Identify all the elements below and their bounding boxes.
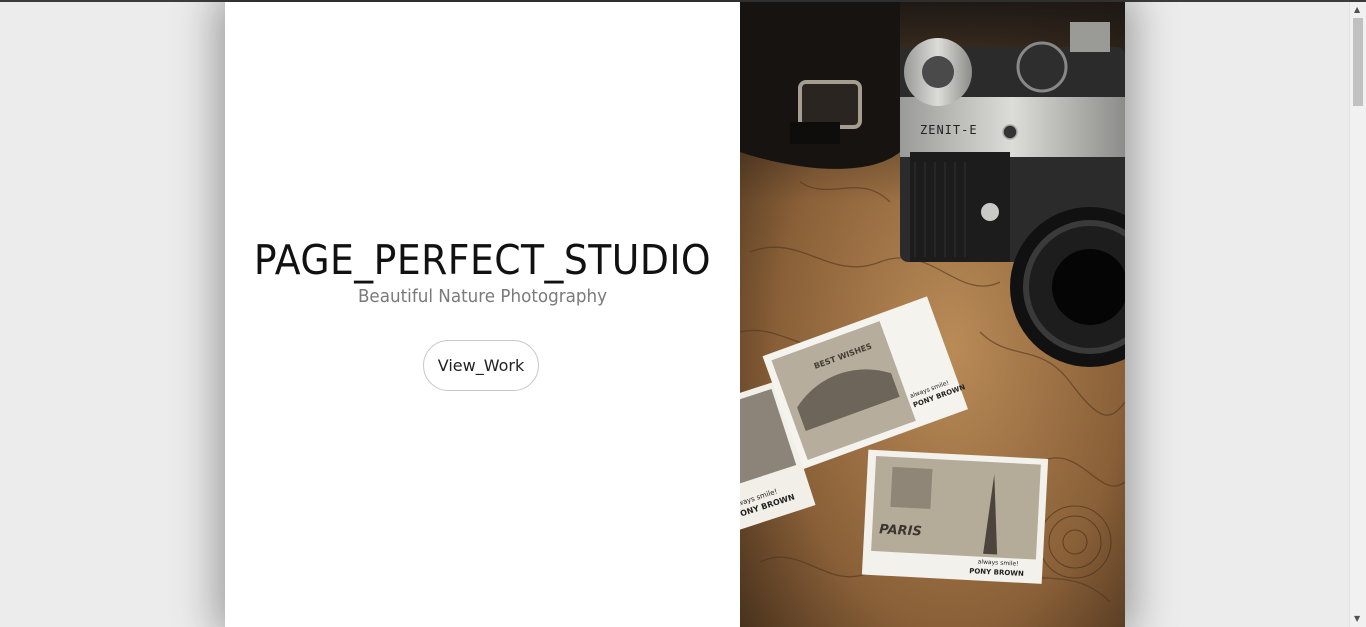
postcard-bottom: PARIS always smile! PONY BROWN [861,449,1049,584]
page-viewport: PAGE_PERFECT_STUDIO Beautiful Nature Pho… [0,2,1349,627]
view-work-button[interactable]: View_Work [423,340,539,391]
scroll-up-arrow-icon[interactable]: ▲ [1354,6,1360,14]
page-scrollbar[interactable]: ▲ ▼ [1349,2,1366,627]
site-title: PAGE_PERFECT_STUDIO [253,236,712,284]
hero-text-panel: PAGE_PERFECT_STUDIO Beautiful Nature Pho… [225,2,740,627]
scrollbar-thumb[interactable] [1353,18,1363,106]
camera-map-photo: ZENIT-E always smile! PONY BROWN BEST WI… [680,2,1125,627]
camera-brand-label: ZENIT-E [920,123,978,137]
hero-card: PAGE_PERFECT_STUDIO Beautiful Nature Pho… [225,2,1125,627]
scroll-down-arrow-icon[interactable]: ▼ [1354,615,1360,623]
camera-bag [740,2,900,169]
postcard-paris-heading: PARIS [879,522,922,539]
site-subtitle: Beautiful Nature Photography [357,286,608,307]
hero-photo: ZENIT-E always smile! PONY BROWN BEST WI… [680,2,1125,627]
